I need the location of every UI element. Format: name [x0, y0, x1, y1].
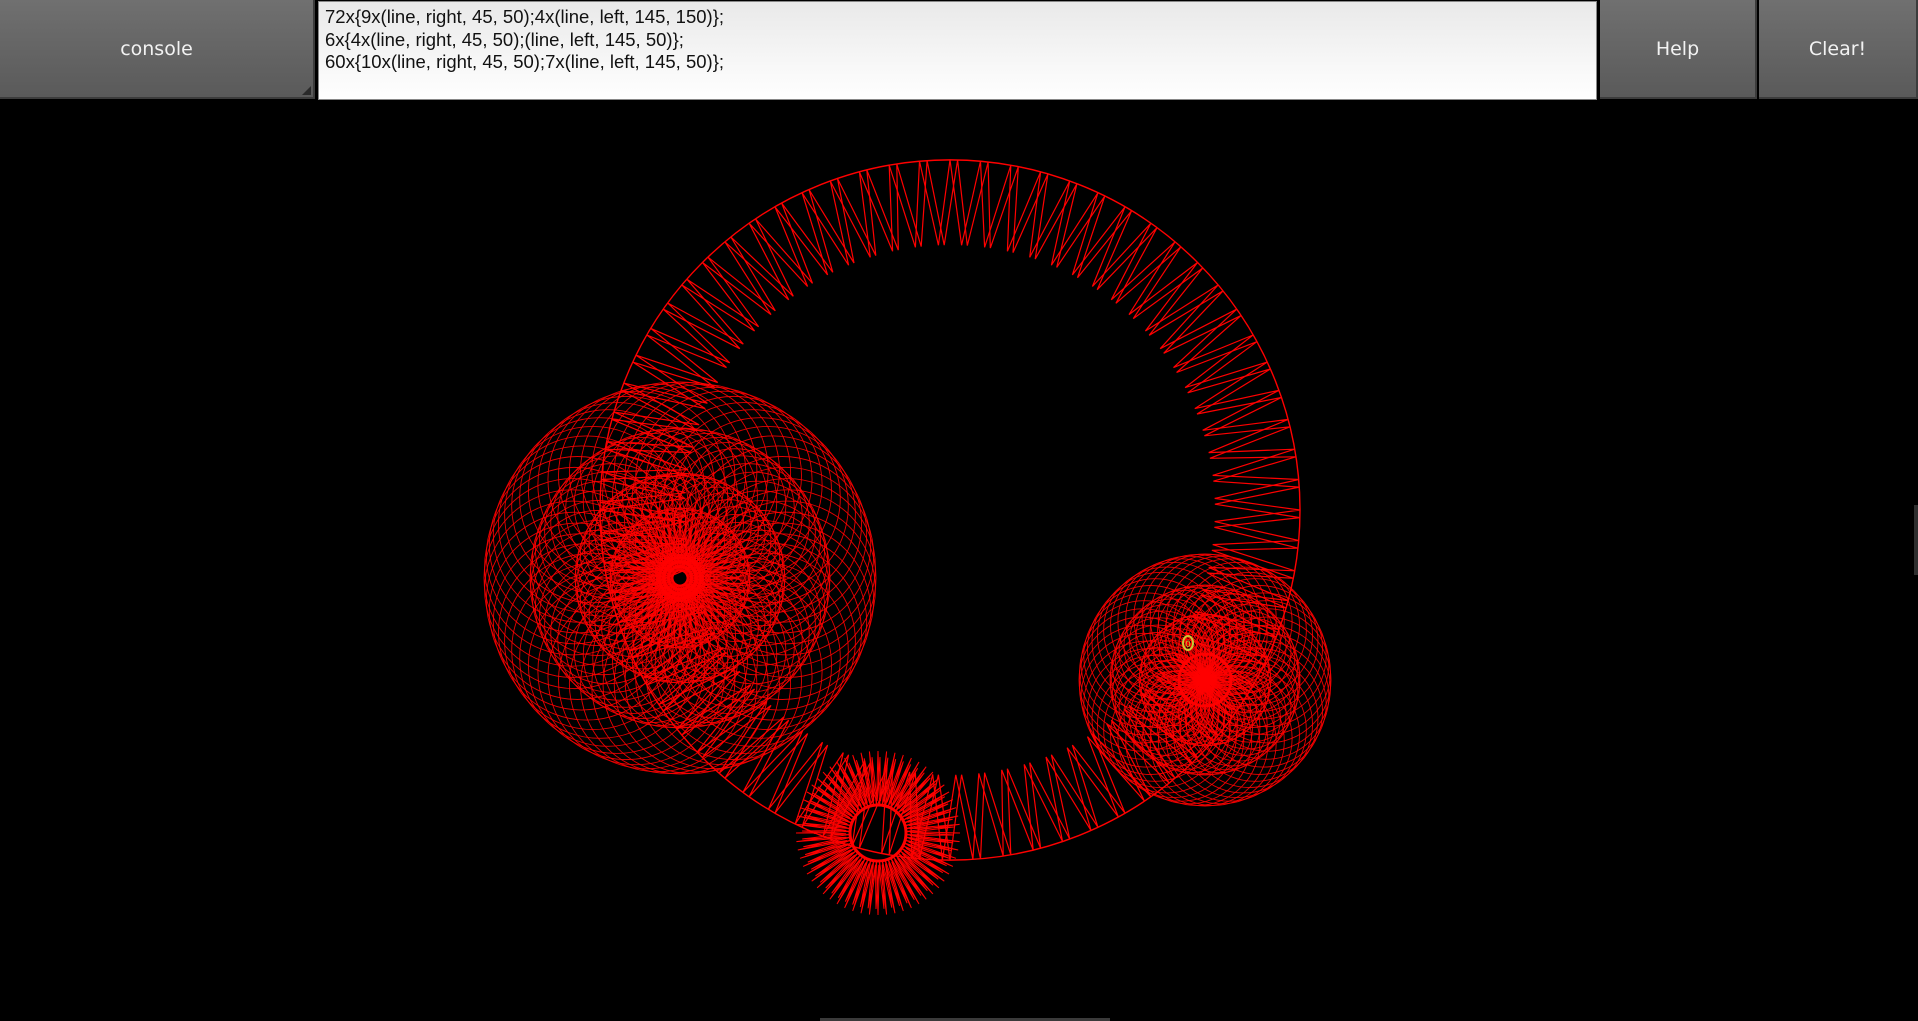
console-line-3: 60x{10x(line, right, 45, 50);7x(line, le…	[325, 51, 725, 72]
help-button-label: Help	[1655, 37, 1700, 60]
spirograph-rosette-right	[1078, 553, 1332, 807]
console-input[interactable]: 72x{9x(line, right, 45, 50);4x(line, lef…	[318, 1, 1597, 100]
console-button[interactable]: console	[0, 0, 315, 99]
drawing-canvas[interactable]: 0	[0, 101, 1918, 1021]
console-button-label: console	[120, 37, 193, 60]
corner-triangle-icon	[302, 86, 311, 95]
console-line-2: 6x{4x(line, right, 45, 50);(line, left, …	[325, 28, 684, 50]
clear-button[interactable]: Clear!	[1759, 0, 1918, 99]
console-line-1: 72x{9x(line, right, 45, 50);4x(line, lef…	[325, 6, 725, 27]
clear-button-label: Clear!	[1808, 37, 1867, 60]
spirograph-star-bottom	[795, 750, 961, 916]
scroll-handle-right[interactable]	[1914, 505, 1918, 575]
turtle-label: 0	[1185, 640, 1191, 650]
toolbar: console 72x{9x(line, right, 45, 50);4x(l…	[0, 0, 1918, 101]
help-button[interactable]: Help	[1600, 0, 1757, 99]
